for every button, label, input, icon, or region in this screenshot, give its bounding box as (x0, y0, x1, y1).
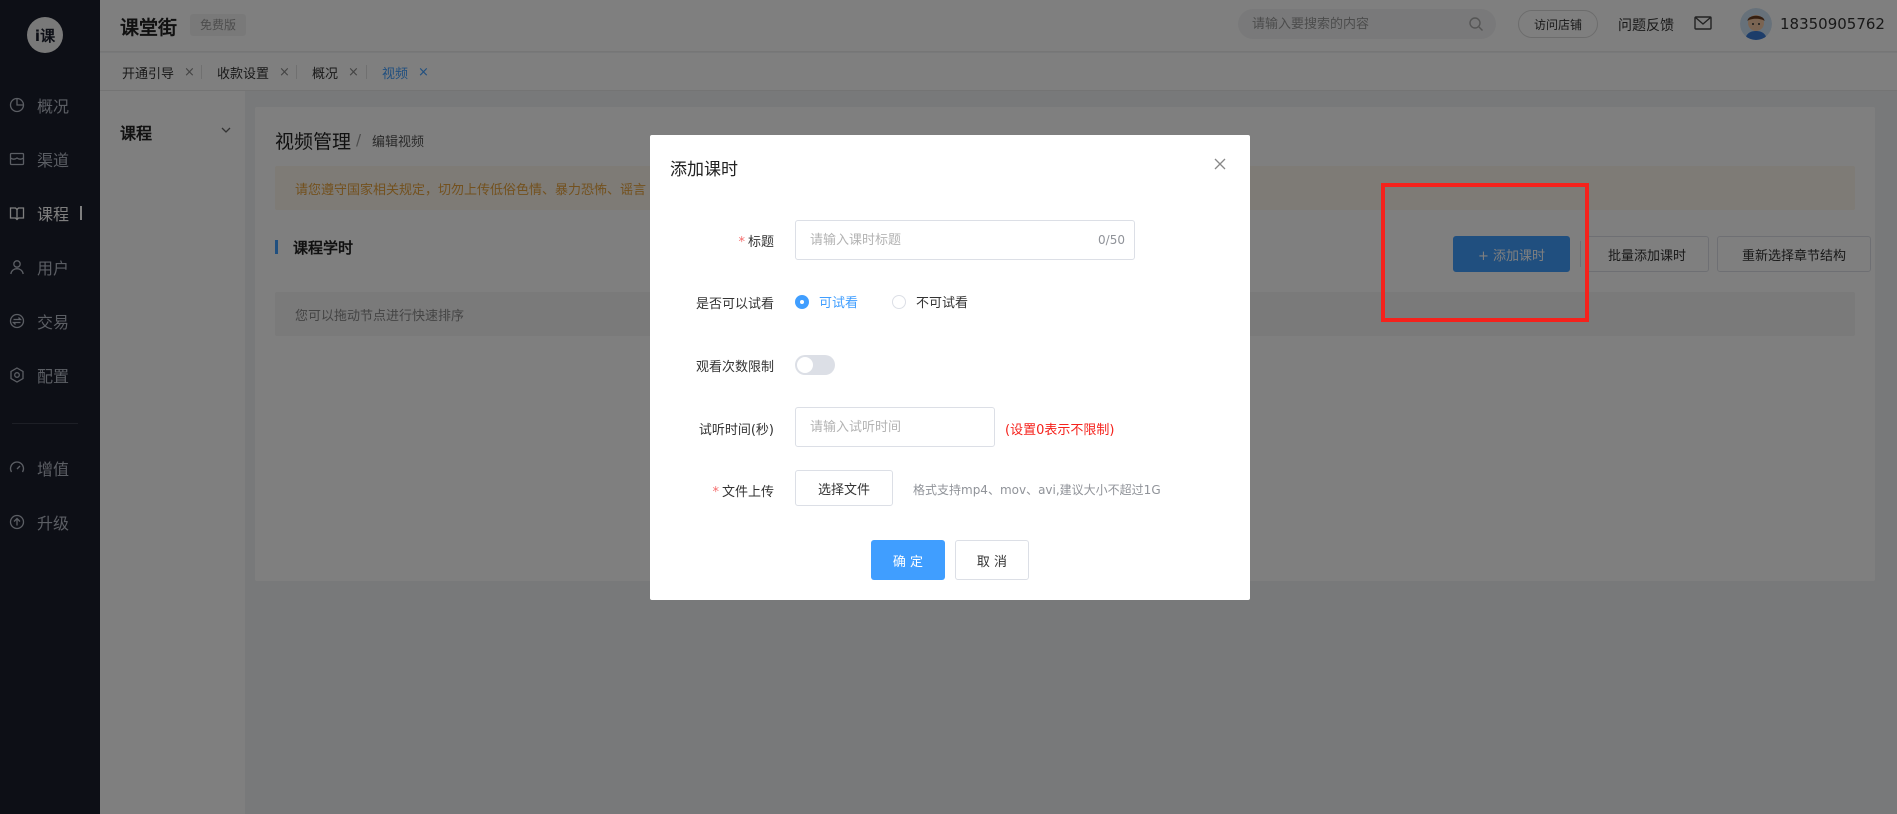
radio-label: 可试看 (819, 296, 859, 311)
required-mark: * (712, 485, 719, 500)
upload-label: * 文件上传 (712, 481, 774, 500)
title-label-text: 标题 (747, 235, 774, 250)
trial-time-input[interactable] (810, 408, 980, 446)
view-limit-toggle[interactable] (795, 355, 835, 375)
highlight-annotation (1381, 183, 1589, 322)
confirm-button[interactable]: 确 定 (871, 540, 945, 580)
required-mark: * (738, 235, 745, 250)
radio-trial-yes[interactable]: 可试看 (795, 292, 858, 311)
title-input[interactable] (810, 221, 1090, 259)
radio-checked-icon (795, 294, 809, 309)
trial-time-hint: (设置0表示不限制) (1005, 423, 1115, 438)
cancel-button[interactable]: 取 消 (955, 540, 1029, 580)
trial-label: 是否可以试看 (695, 297, 774, 312)
radio-label: 不可试看 (916, 296, 969, 311)
trial-time-field (795, 407, 995, 447)
radio-trial-no[interactable]: 不可试看 (892, 292, 968, 311)
title-field: 0/50 (795, 220, 1135, 260)
choose-file-button[interactable]: 选择文件 (795, 470, 893, 506)
add-lesson-dialog: 添加课时 *标题 0/50 是否可以试看 可试看 不可试看 观看次数限制 试听时… (650, 135, 1250, 600)
view-limit-label: 观看次数限制 (695, 360, 774, 375)
close-icon[interactable] (1213, 157, 1227, 171)
char-counter: 0/50 (1098, 233, 1125, 247)
trial-time-label: 试听时间(秒) (698, 423, 774, 438)
radio-unchecked-icon (892, 294, 906, 309)
title-label: * 标题 (738, 231, 774, 250)
upload-hint: 格式支持mp4、mov、avi,建议大小不超过1G (913, 483, 1161, 497)
toggle-knob (797, 357, 813, 373)
upload-label-text: 文件上传 (721, 485, 774, 500)
dialog-title: 添加课时 (670, 160, 738, 180)
